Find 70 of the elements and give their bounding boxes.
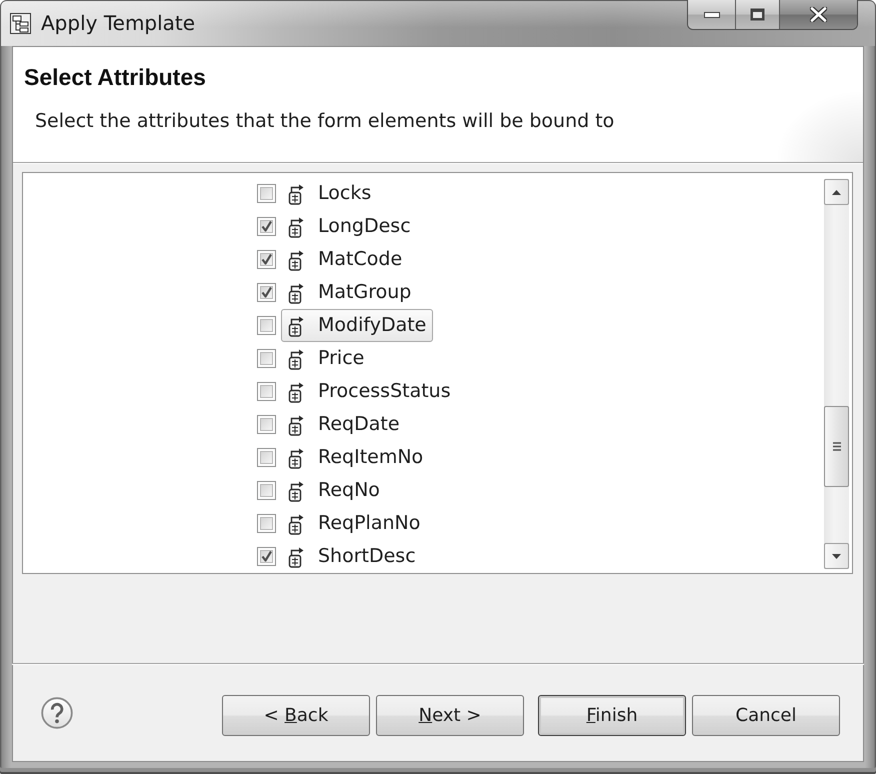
maximize-icon bbox=[750, 8, 765, 21]
attribute-label: ProcessStatus bbox=[318, 380, 451, 403]
list-item[interactable]: ProcessStatus bbox=[281, 375, 458, 408]
down-arrow-icon bbox=[832, 554, 841, 558]
close-button[interactable] bbox=[779, 0, 857, 29]
table-arrow-icon bbox=[288, 182, 304, 204]
attribute-label: MatGroup bbox=[318, 281, 412, 304]
checkbox[interactable] bbox=[257, 217, 276, 236]
table-arrow-icon bbox=[288, 414, 304, 436]
list-item[interactable]: Locks bbox=[281, 177, 378, 210]
list-item[interactable]: MatGroup bbox=[281, 276, 418, 309]
window-title: Apply Template bbox=[41, 11, 196, 35]
maximize-button[interactable] bbox=[735, 0, 779, 29]
list-item[interactable]: ShortDesc bbox=[281, 540, 423, 573]
list-item[interactable]: LongDesc bbox=[281, 210, 418, 243]
table-arrow-icon bbox=[288, 480, 304, 502]
hierarchy-icon bbox=[10, 12, 31, 34]
list-item[interactable]: Price bbox=[281, 342, 372, 375]
grip-icon bbox=[832, 442, 840, 451]
attribute-label: Locks bbox=[318, 182, 372, 205]
table-arrow-icon bbox=[288, 348, 304, 370]
list-item[interactable]: ModifyDate bbox=[281, 309, 434, 342]
table-arrow-icon bbox=[288, 446, 304, 468]
wizard-button[interactable]: Cancel bbox=[692, 695, 840, 736]
table-arrow-icon bbox=[288, 380, 304, 402]
checkbox[interactable] bbox=[257, 514, 276, 533]
list-item[interactable]: ReqDate bbox=[281, 408, 407, 441]
attribute-label: ReqNo bbox=[318, 479, 380, 502]
list-item[interactable]: ReqPlanNo bbox=[281, 507, 428, 540]
checkbox[interactable] bbox=[257, 250, 276, 269]
scroll-down-button[interactable] bbox=[824, 543, 849, 569]
wizard-button[interactable]: Finish bbox=[538, 695, 686, 736]
up-arrow-icon bbox=[832, 190, 841, 194]
attribute-label: MatCode bbox=[318, 248, 402, 271]
attribute-label: ReqPlanNo bbox=[318, 512, 420, 535]
checkbox[interactable] bbox=[257, 316, 276, 335]
list-item[interactable]: ReqItemNo bbox=[281, 441, 430, 474]
checkbox[interactable] bbox=[257, 382, 276, 401]
scroll-up-button[interactable] bbox=[824, 179, 849, 205]
table-arrow-icon bbox=[288, 282, 304, 304]
checkbox[interactable] bbox=[257, 481, 276, 500]
scroll-thumb[interactable] bbox=[824, 406, 849, 487]
help-icon[interactable] bbox=[41, 697, 73, 729]
attribute-label: Price bbox=[318, 347, 364, 370]
page-title: Select Attributes bbox=[24, 63, 207, 91]
checkbox[interactable] bbox=[257, 349, 276, 368]
table-arrow-icon bbox=[288, 216, 304, 238]
wizard-button[interactable]: Next > bbox=[376, 695, 524, 736]
wizard-button[interactable]: < Back bbox=[222, 695, 370, 736]
table-arrow-icon bbox=[288, 546, 304, 568]
scrollbar[interactable] bbox=[824, 179, 849, 569]
attribute-label: ModifyDate bbox=[318, 314, 426, 337]
checkbox[interactable] bbox=[257, 448, 276, 467]
close-icon bbox=[810, 7, 827, 22]
attribute-label: ReqItemNo bbox=[318, 446, 424, 469]
page-description: Select the attributes that the form elements will be bound to bbox=[35, 109, 616, 133]
table-arrow-icon bbox=[288, 512, 304, 534]
checkbox[interactable] bbox=[257, 415, 276, 434]
minimize-button[interactable] bbox=[688, 0, 735, 29]
checkbox[interactable] bbox=[257, 547, 276, 566]
checkbox[interactable] bbox=[257, 184, 276, 203]
minimize-icon bbox=[704, 12, 720, 18]
list-item[interactable]: ReqNo bbox=[281, 474, 387, 507]
attribute-label: LongDesc bbox=[318, 215, 411, 238]
checkbox[interactable] bbox=[257, 283, 276, 302]
table-arrow-icon bbox=[288, 314, 304, 336]
attribute-label: ReqDate bbox=[318, 413, 400, 436]
table-arrow-icon bbox=[288, 248, 304, 270]
attribute-label: ShortDesc bbox=[318, 545, 416, 568]
list-item[interactable]: MatCode bbox=[281, 243, 410, 276]
